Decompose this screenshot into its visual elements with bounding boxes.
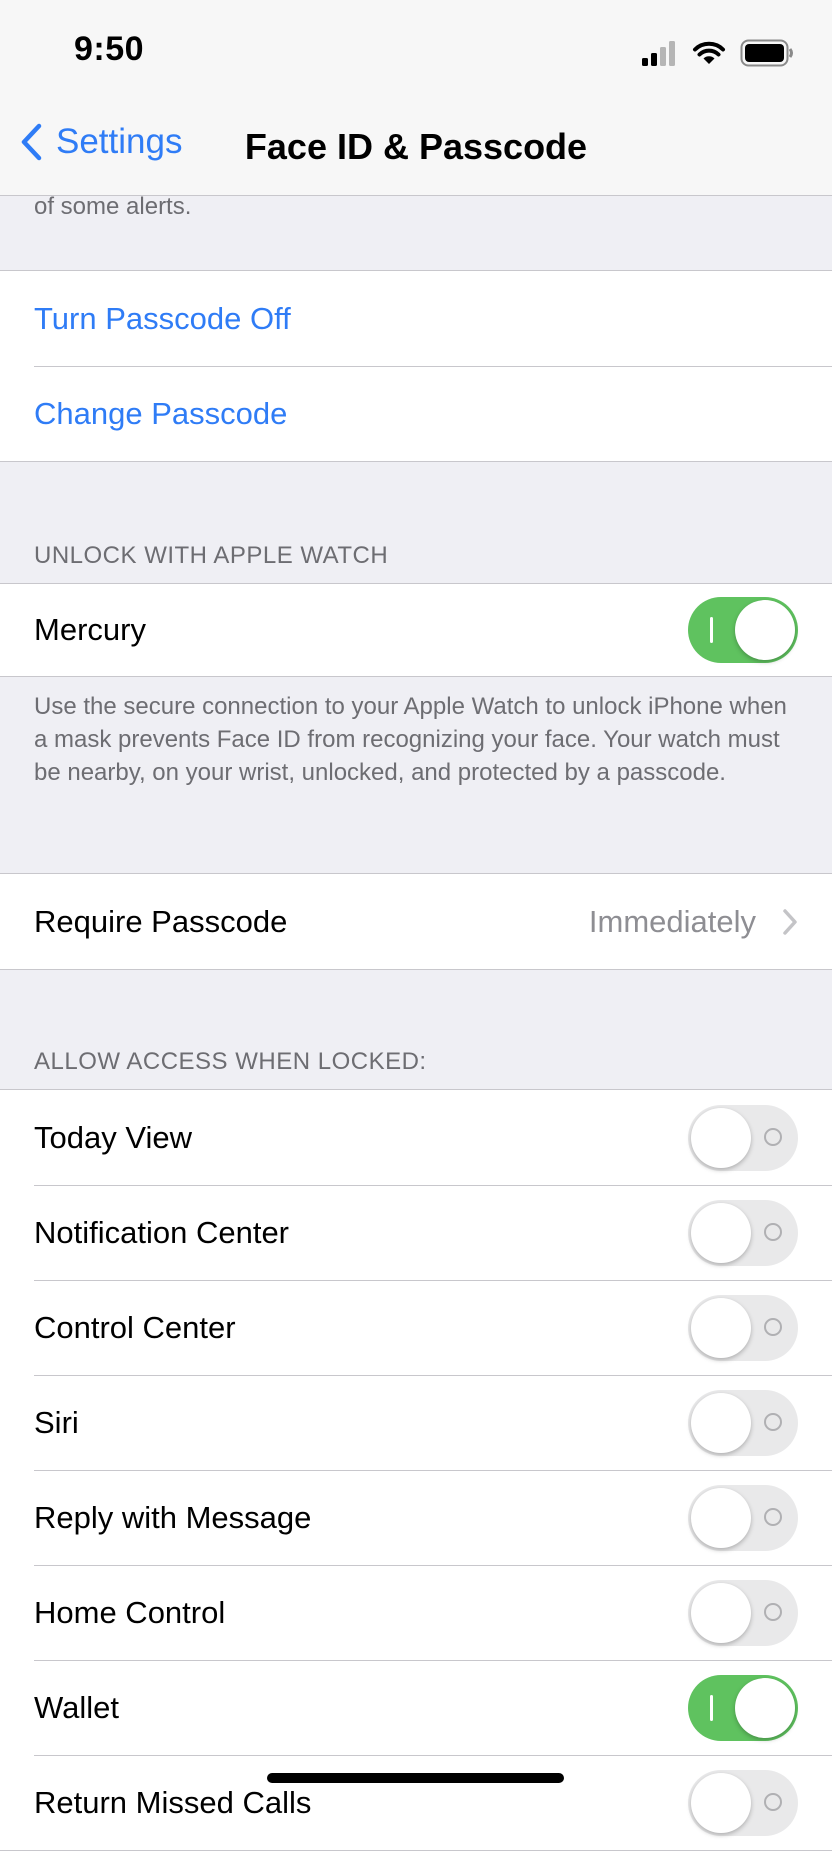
toggle-knob	[691, 1107, 751, 1168]
status-bar: 9:50	[0, 0, 832, 100]
toggle-off-mark	[764, 1507, 782, 1526]
reply-with-message-toggle[interactable]	[688, 1484, 798, 1551]
locked-access-row-reply-with-message: Reply with Message	[0, 1470, 832, 1565]
return-missed-calls-toggle[interactable]	[688, 1769, 798, 1836]
locked-access-row-notification-center: Notification Center	[0, 1185, 832, 1280]
toggle-off-mark	[764, 1792, 782, 1811]
locked-access-label: Control Center	[34, 1309, 236, 1345]
apple-watch-unlock-toggle[interactable]	[688, 597, 798, 663]
wallet-toggle[interactable]	[688, 1674, 798, 1741]
locked-access-label: Notification Center	[34, 1214, 290, 1250]
locked-access-row-home-control: Home Control	[0, 1565, 832, 1660]
toggle-off-mark	[764, 1222, 782, 1241]
battery-icon	[740, 39, 793, 67]
turn-passcode-off-label: Turn Passcode Off	[34, 300, 291, 336]
status-time: 9:50	[74, 30, 145, 68]
change-passcode-button[interactable]: Change Passcode	[0, 366, 832, 461]
navigation-bar: Settings Face ID & Passcode	[0, 100, 832, 196]
require-passcode-label: Require Passcode	[34, 903, 288, 939]
control-center-toggle[interactable]	[688, 1294, 798, 1361]
toggle-knob	[691, 1772, 751, 1833]
toggle-off-mark	[764, 1412, 782, 1431]
page-title-text: Face ID & Passcode	[244, 126, 588, 167]
wifi-icon	[693, 41, 725, 64]
locked-access-row-siri: Siri	[0, 1375, 832, 1470]
page-title: Face ID & Passcode	[0, 126, 832, 168]
chevron-right-icon	[783, 908, 797, 935]
apple-watch-row: Mercury	[0, 584, 832, 676]
apple-watch-group: Mercury	[0, 583, 832, 677]
apple-watch-footer: Use the secure connection to your Apple …	[34, 693, 787, 786]
locked-access-group: Today View Notification Center Control C…	[0, 1089, 832, 1851]
home-indicator	[267, 1773, 564, 1783]
cellular-signal-icon	[642, 41, 675, 66]
toggle-knob	[691, 1392, 751, 1453]
siri-toggle[interactable]	[688, 1389, 798, 1456]
toggle-knob	[735, 1677, 795, 1738]
locked-access-label: Wallet	[34, 1689, 119, 1725]
toggle-knob	[691, 1297, 751, 1358]
toggle-knob	[691, 1487, 751, 1548]
locked-access-row-return-missed-calls: Return Missed Calls	[0, 1755, 832, 1850]
locked-access-row-wallet: Wallet	[0, 1660, 832, 1755]
change-passcode-label: Change Passcode	[34, 395, 288, 431]
locked-access-row-control-center: Control Center	[0, 1280, 832, 1375]
toggle-on-mark	[710, 617, 713, 643]
locked-access-label: Home Control	[34, 1594, 226, 1630]
notification-center-toggle[interactable]	[688, 1199, 798, 1266]
toggle-knob	[691, 1202, 751, 1263]
require-passcode-row[interactable]: Require Passcode Immediately	[0, 874, 832, 969]
home-control-toggle[interactable]	[688, 1579, 798, 1646]
toggle-knob	[735, 600, 795, 660]
passcode-group: Turn Passcode Off Change Passcode	[0, 270, 832, 462]
locked-access-label: Today View	[34, 1119, 192, 1155]
toggle-off-mark	[764, 1602, 782, 1621]
toggle-on-mark	[710, 1694, 713, 1721]
require-passcode-group: Require Passcode Immediately	[0, 873, 832, 970]
apple-watch-header: UNLOCK WITH APPLE WATCH	[34, 542, 389, 569]
locked-access-label: Return Missed Calls	[34, 1784, 312, 1820]
apple-watch-device-label: Mercury	[34, 612, 146, 647]
locked-access-header: ALLOW ACCESS WHEN LOCKED:	[34, 1048, 427, 1075]
locked-access-row-today-view: Today View	[0, 1090, 832, 1185]
toggle-off-mark	[764, 1127, 782, 1146]
status-icons	[642, 36, 794, 70]
locked-access-label: Reply with Message	[34, 1499, 312, 1535]
locked-access-label: Siri	[34, 1404, 79, 1440]
today-view-toggle[interactable]	[688, 1104, 798, 1171]
toggle-knob	[691, 1582, 751, 1643]
toggle-off-mark	[764, 1317, 782, 1336]
turn-passcode-off-button[interactable]: Turn Passcode Off	[0, 271, 832, 366]
require-passcode-value: Immediately	[588, 903, 756, 939]
